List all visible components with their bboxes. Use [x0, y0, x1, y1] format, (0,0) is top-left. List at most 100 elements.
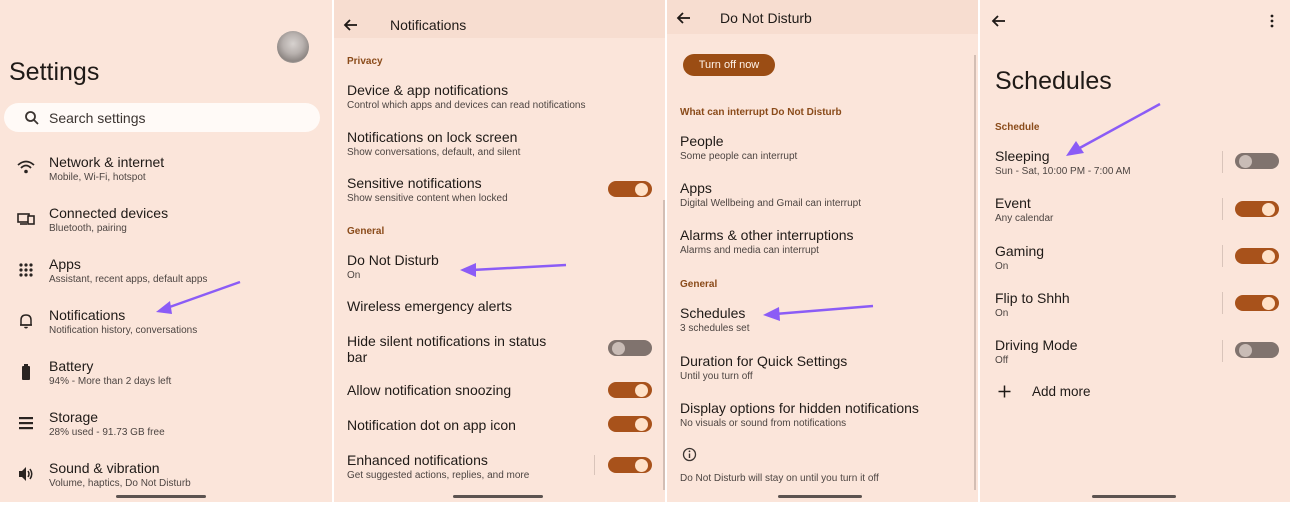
- schedules-panel: Schedules Schedule Sleeping Sun - Sat, 1…: [980, 0, 1290, 502]
- battery-icon: [22, 364, 30, 380]
- divider: [1222, 198, 1223, 220]
- enhanced-notifications-toggle[interactable]: [608, 457, 652, 473]
- setting-duration-quick-settings[interactable]: Duration for Quick Settings Until you tu…: [680, 353, 847, 382]
- settings-item-title: Network & internet: [49, 154, 165, 170]
- section-header-interrupt: What can interrupt Do Not Disturb: [680, 107, 842, 118]
- settings-item-subtitle: Notification history, conversations: [49, 325, 198, 336]
- footer-note: Do Not Disturb will stay on until you tu…: [680, 473, 879, 484]
- setting-apps[interactable]: Apps Digital Wellbeing and Gmail can int…: [680, 180, 861, 209]
- schedule-flip-to-shhh[interactable]: Flip to Shhh On: [995, 290, 1070, 319]
- avatar[interactable]: [277, 31, 309, 63]
- setting-subtitle: Control which apps and devices can read …: [347, 100, 586, 111]
- setting-title: People: [680, 133, 724, 149]
- settings-item-title: Storage: [49, 409, 99, 425]
- schedule-subtitle: Sun - Sat, 10:00 PM - 7:00 AM: [995, 166, 1131, 177]
- sleeping-toggle[interactable]: [1235, 153, 1279, 169]
- setting-title: Wireless emergency alerts: [347, 298, 512, 314]
- setting-subtitle: Get suggested actions, replies, and more: [347, 470, 530, 481]
- turn-off-now-button[interactable]: Turn off now: [683, 54, 775, 76]
- schedule-subtitle: Any calendar: [995, 213, 1054, 224]
- setting-sensitive-notifications[interactable]: Sensitive notifications Show sensitive c…: [347, 175, 508, 204]
- setting-subtitle: Alarms and media can interrupt: [680, 245, 819, 256]
- section-header-general: General: [347, 226, 385, 237]
- setting-do-not-disturb[interactable]: Do Not Disturb On: [347, 252, 439, 281]
- schedule-driving-mode[interactable]: Driving Mode Off: [995, 337, 1077, 366]
- search-input[interactable]: Search settings: [4, 103, 320, 132]
- setting-title: Allow notification snoozing: [347, 382, 512, 398]
- page-title: Schedules: [995, 67, 1112, 95]
- schedule-gaming[interactable]: Gaming On: [995, 243, 1044, 272]
- setting-alarms-other[interactable]: Alarms & other interruptions Alarms and …: [680, 227, 854, 256]
- setting-title-line2: bar: [347, 349, 368, 365]
- annotation-arrow: [1066, 102, 1161, 156]
- schedule-event[interactable]: Event Any calendar: [995, 195, 1053, 224]
- schedule-title: Gaming: [995, 243, 1045, 259]
- setting-hide-silent-notifications[interactable]: Hide silent notifications in status bar: [347, 333, 546, 365]
- setting-title: Duration for Quick Settings: [680, 353, 848, 369]
- back-arrow-icon[interactable]: [676, 10, 692, 26]
- divider: [1222, 340, 1223, 362]
- notification-dot-toggle[interactable]: [608, 416, 652, 432]
- gesture-nav-bar[interactable]: [453, 495, 543, 498]
- settings-item-subtitle: 94% - More than 2 days left: [49, 376, 172, 387]
- setting-device-app-notifications[interactable]: Device & app notifications Control which…: [347, 82, 585, 111]
- scrollbar[interactable]: [663, 200, 665, 490]
- setting-enhanced-notifications[interactable]: Enhanced notifications Get suggested act…: [347, 452, 529, 481]
- settings-item-title: Apps: [49, 256, 81, 272]
- schedule-subtitle: Off: [995, 355, 1009, 366]
- setting-subtitle: Show conversations, default, and silent: [347, 147, 521, 158]
- apps-grid-icon: [19, 263, 33, 277]
- setting-notification-dot[interactable]: Notification dot on app icon: [347, 417, 516, 433]
- plus-icon: [998, 385, 1011, 398]
- setting-wireless-emergency-alerts[interactable]: Wireless emergency alerts: [347, 298, 512, 314]
- settings-item-subtitle: Volume, haptics, Do Not Disturb: [49, 478, 191, 489]
- setting-lock-screen-notifications[interactable]: Notifications on lock screen Show conver…: [347, 129, 520, 158]
- page-title: Do Not Disturb: [720, 10, 812, 26]
- annotation-arrow: [460, 263, 567, 277]
- setting-subtitle: Digital Wellbeing and Gmail can interrup…: [680, 198, 862, 209]
- settings-item-title: Sound & vibration: [49, 460, 160, 476]
- setting-schedules[interactable]: Schedules 3 schedules set: [680, 305, 750, 334]
- setting-title: Notifications on lock screen: [347, 129, 518, 145]
- event-toggle[interactable]: [1235, 201, 1279, 217]
- scrollbar[interactable]: [974, 55, 976, 490]
- setting-subtitle: 3 schedules set: [680, 323, 750, 334]
- sensitive-notifications-toggle[interactable]: [608, 181, 652, 197]
- settings-item-title: Battery: [49, 358, 94, 374]
- driving-mode-toggle[interactable]: [1235, 342, 1279, 358]
- setting-people[interactable]: People Some people can interrupt: [680, 133, 797, 162]
- setting-display-options-hidden[interactable]: Display options for hidden notifications…: [680, 400, 919, 429]
- flip-to-shhh-toggle[interactable]: [1235, 295, 1279, 311]
- app-bar: [667, 0, 978, 34]
- schedule-subtitle: On: [995, 261, 1009, 272]
- page-title: Settings: [9, 58, 100, 86]
- gesture-nav-bar[interactable]: [116, 495, 206, 498]
- app-bar: [334, 0, 665, 38]
- divider: [1222, 292, 1223, 314]
- divider: [594, 455, 595, 475]
- setting-notification-snoozing[interactable]: Allow notification snoozing: [347, 382, 511, 398]
- setting-title: Alarms & other interruptions: [680, 227, 854, 243]
- setting-title: Device & app notifications: [347, 82, 509, 98]
- setting-title: Do Not Disturb: [347, 252, 439, 268]
- setting-subtitle: Some people can interrupt: [680, 151, 798, 162]
- gesture-nav-bar[interactable]: [1092, 495, 1176, 498]
- setting-title: Hide silent notifications in status: [347, 333, 547, 349]
- gesture-nav-bar[interactable]: [778, 495, 862, 498]
- setting-title: Sensitive notifications: [347, 175, 482, 191]
- hide-silent-notifications-toggle[interactable]: [608, 340, 652, 356]
- annotation-arrow: [156, 280, 241, 314]
- back-arrow-icon[interactable]: [991, 13, 1007, 29]
- annotation-arrow: [763, 304, 874, 321]
- storage-icon: [19, 417, 33, 430]
- connected-devices-icon: [17, 213, 35, 225]
- back-arrow-icon[interactable]: [343, 17, 359, 33]
- notification-snoozing-toggle[interactable]: [608, 382, 652, 398]
- schedule-title: Driving Mode: [995, 337, 1078, 353]
- overflow-menu-icon[interactable]: [1269, 14, 1275, 28]
- settings-item-subtitle: 28% used - 91.73 GB free: [49, 427, 165, 438]
- settings-item-title: Connected devices: [49, 205, 169, 221]
- page-title: Notifications: [390, 17, 467, 33]
- setting-subtitle: No visuals or sound from notifications: [680, 418, 847, 429]
- gaming-toggle[interactable]: [1235, 248, 1279, 264]
